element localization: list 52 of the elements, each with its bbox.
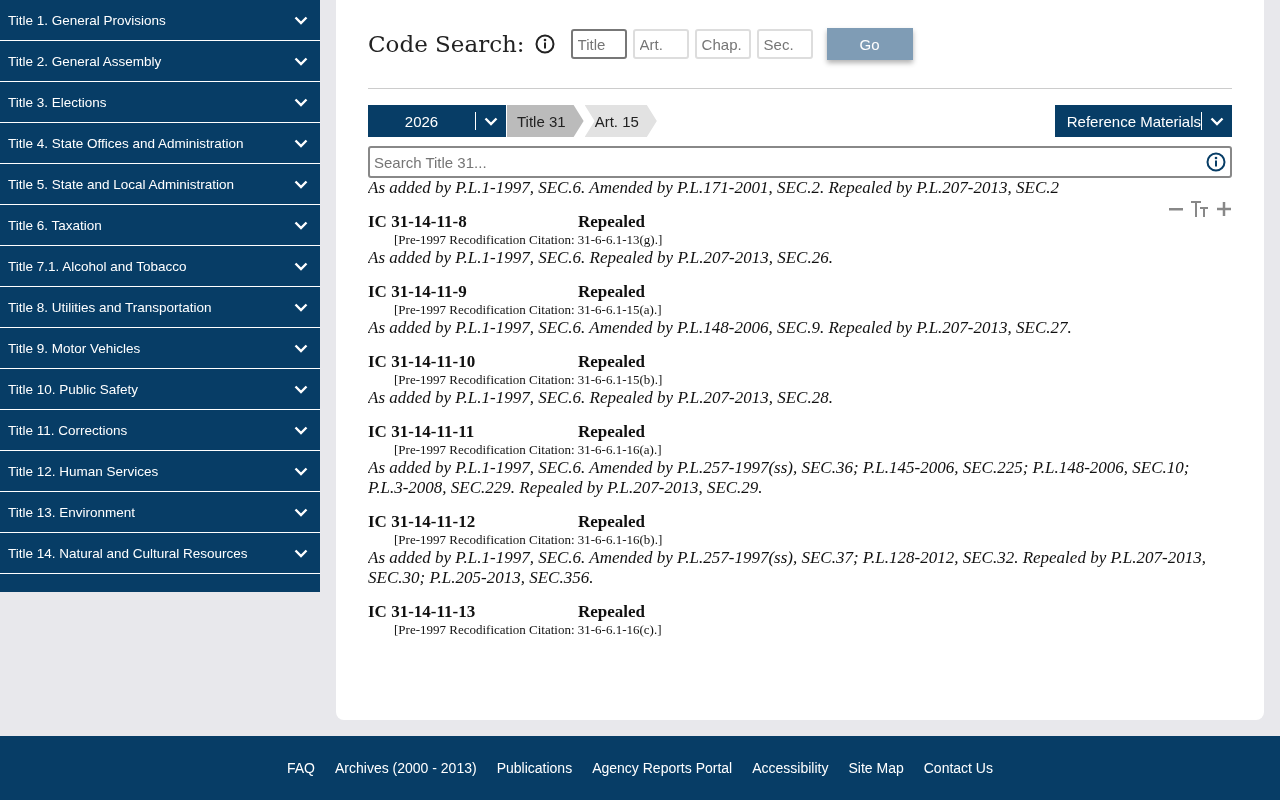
section-status: Repealed	[578, 512, 646, 532]
footer-link[interactable]: Agency Reports Portal	[592, 760, 733, 778]
breadcrumb-item[interactable]: Title 31	[507, 105, 584, 137]
chevron-down-icon	[1210, 116, 1224, 126]
footer-link[interactable]: Contact Us	[923, 760, 993, 778]
footer-link[interactable]: FAQ	[287, 760, 315, 778]
chevron-down-icon	[294, 138, 308, 148]
chevron-down-icon	[294, 261, 308, 271]
chevron-down-icon	[294, 15, 308, 25]
section-number: IC 31-14-11-12	[368, 512, 477, 532]
section-status: Repealed	[578, 602, 646, 622]
code-search-label: Code Search:	[368, 31, 525, 57]
search-field[interactable]: Search Title 31...	[368, 146, 1232, 178]
info-icon[interactable]	[1206, 152, 1226, 172]
section-number: IC 31-14-11-10	[368, 352, 477, 372]
section-status: Repealed	[578, 422, 646, 442]
plus-icon[interactable]	[1216, 201, 1232, 217]
recodification-citation: [Pre-1997 Recodification Citation: 31-6-6.1-15(b).]	[393, 372, 664, 388]
section-number: IC 31-14-11-9	[368, 282, 468, 302]
chevron-down-icon	[294, 56, 308, 66]
section-number: IC 31-14-11-13	[368, 602, 477, 622]
chevron-down-icon	[294, 548, 308, 558]
reference-dropdown[interactable]: Reference Materials	[1054, 105, 1232, 137]
chevron-down-icon	[294, 507, 308, 517]
chevron-down-icon	[294, 425, 308, 435]
info-icon[interactable]	[534, 34, 555, 54]
recodification-citation: [Pre-1997 Recodification Citation: 31-6-6.1-15(a).]	[393, 302, 663, 318]
chevron-down-icon	[294, 466, 308, 476]
year-dropdown[interactable]: 2026	[368, 105, 506, 137]
section-number: IC 31-14-11-8	[368, 212, 468, 232]
chevron-down-icon	[294, 97, 308, 107]
chevron-down-icon	[294, 343, 308, 353]
footer-link[interactable]: Accessibility	[752, 760, 829, 778]
footer-link[interactable]: Site Map	[848, 760, 904, 778]
recodification-citation: [Pre-1997 Recodification Citation: 31-6-6.1-16(a).]	[393, 442, 663, 458]
chevron-down-icon	[294, 384, 308, 394]
code-field[interactable]: Title	[570, 29, 627, 59]
footer-link[interactable]: Publications	[496, 760, 573, 778]
text-size-icon[interactable]	[1190, 200, 1210, 218]
breadcrumb-item[interactable]: Art. 15	[584, 105, 657, 137]
section-status: Repealed	[578, 352, 646, 372]
footer-link[interactable]: Archives (2000 - 2013)	[335, 760, 477, 778]
recodification-citation: [Pre-1997 Recodification Citation: 31-6-6.1-13(g).]	[393, 232, 664, 248]
section-number: IC 31-14-11-11	[368, 422, 476, 442]
chevron-down-icon	[294, 220, 308, 230]
chevron-down-icon	[484, 116, 498, 126]
section-status: Repealed	[578, 212, 646, 232]
recodification-citation: [Pre-1997 Recodification Citation: 31-6-6.1-16(b).]	[393, 532, 664, 548]
chevron-down-icon	[294, 179, 308, 189]
chevron-down-icon	[294, 302, 308, 312]
recodification-citation: [Pre-1997 Recodification Citation: 31-6-6.1-16(c).]	[393, 622, 663, 638]
section-status: Repealed	[578, 282, 646, 302]
